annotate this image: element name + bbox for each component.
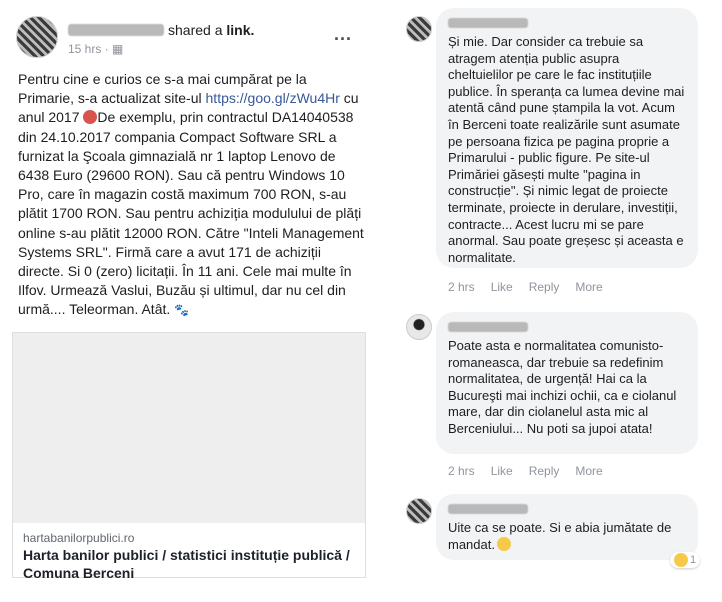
reaction-count: 1 <box>690 554 697 566</box>
link-domain: hartabanilorpublici.ro <box>23 531 135 545</box>
reply-button[interactable]: Reply <box>529 280 560 294</box>
audience-icon: ▦ <box>112 42 124 56</box>
comment-text: Poate asta e normalitatea comunisto-roma… <box>448 338 677 436</box>
comment-time[interactable]: 2 hrs <box>448 280 475 294</box>
shared-post: shared a link. 15 hrs · ▦ ... Pentru cin… <box>4 2 366 598</box>
reply-button[interactable]: Reply <box>529 464 560 478</box>
comment-actions: 2 hrs Like Reply More <box>448 280 603 294</box>
commenter-avatar[interactable] <box>406 498 432 524</box>
redacted-commenter-name <box>448 18 528 28</box>
more-button[interactable]: More <box>575 280 602 294</box>
reaction-badge[interactable]: 1 <box>670 552 701 568</box>
redacted-author-name <box>68 24 164 36</box>
redacted-commenter-name <box>448 504 528 514</box>
shared-text: shared a <box>168 22 223 38</box>
paw-emoji-icon: 🐾 <box>174 303 190 318</box>
comment-text: Uite ca se poate. Si e abia jumătate de … <box>448 520 686 553</box>
commenter-avatar[interactable] <box>406 314 432 340</box>
post-url-link[interactable]: https://goo.gl/zWu4Hr <box>206 90 340 106</box>
post-options-button[interactable]: ... <box>334 24 352 45</box>
comment-time[interactable]: 2 hrs <box>448 464 475 478</box>
sad-reaction-icon <box>674 553 688 567</box>
post-text-part3: De exemplu, prin contractul DA14040538 d… <box>18 109 364 318</box>
redacted-commenter-name <box>448 322 528 332</box>
post-header: shared a link. <box>168 22 254 38</box>
post-time[interactable]: 15 hrs · <box>68 42 109 56</box>
more-button[interactable]: More <box>575 464 602 478</box>
post-timestamp[interactable]: 15 hrs · ▦ <box>68 42 123 56</box>
comment-text: Și mie. Dar consider ca trebuie sa atrag… <box>448 34 685 265</box>
shared-link[interactable]: link. <box>226 22 254 38</box>
comment-actions: 2 hrs Like Reply More <box>448 464 603 478</box>
link-preview-card[interactable]: hartabanilorpublici.ro Harta banilor pub… <box>12 332 366 581</box>
comment-bubble: Uite ca se poate. Si e abia jumătate de … <box>436 494 698 560</box>
comment-bubble: Poate asta e normalitatea comunisto-roma… <box>436 312 698 454</box>
commenter-avatar[interactable] <box>406 16 432 42</box>
like-button[interactable]: Like <box>491 280 513 294</box>
comment-bubble: Și mie. Dar consider ca trebuie sa atrag… <box>436 8 698 268</box>
devil-emoji-icon <box>83 110 98 125</box>
sad-emoji-icon <box>496 536 511 551</box>
link-preview-image[interactable] <box>13 333 365 523</box>
link-title[interactable]: Harta banilor publici / statistici insti… <box>23 546 363 582</box>
like-button[interactable]: Like <box>491 464 513 478</box>
comment-text-content: Uite ca se poate. Si e abia jumătate de … <box>448 520 672 552</box>
author-avatar[interactable] <box>16 16 58 58</box>
post-body: Pentru cine e curios ce s-a mai cumpărat… <box>18 70 364 321</box>
